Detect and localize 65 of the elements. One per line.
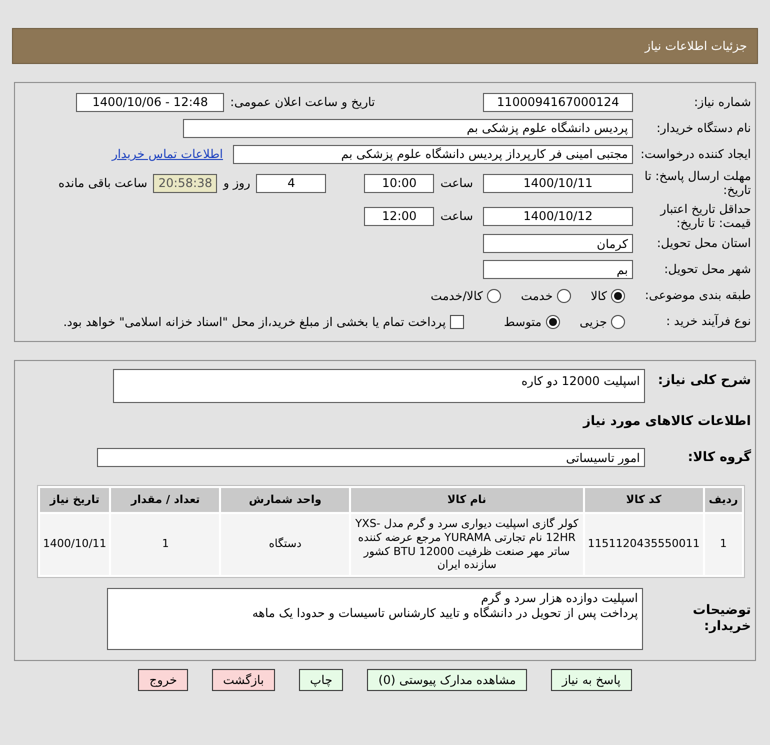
action-button[interactable]: خروج [138, 669, 188, 692]
action-button[interactable]: بازگشت [212, 669, 275, 692]
table-cell: دستگاه [221, 514, 349, 576]
field-label: شهر محل تحویل: [663, 262, 752, 277]
table-cell: کولر گازی اسپلیت دیواری سرد و گرم مدل YXS-12HR نام تجارتی YURAMA مرجع عرضه کننده ساتر مهر صنعت ظرفیت 12000 BTU کشور سازنده ایران [350, 514, 583, 576]
section-title: اطلاعات کالاهای مورد نیاز [582, 414, 752, 430]
radio-button[interactable] [611, 314, 625, 329]
column-header: تاریخ نیاز [40, 488, 110, 512]
radio-button[interactable] [486, 288, 501, 303]
field-label: روز و [223, 175, 250, 192]
radio-button[interactable] [611, 288, 625, 303]
table-cell: 1400/10/11 [40, 514, 110, 576]
field-label: ساعت [440, 208, 473, 226]
table-cell: 1 [704, 514, 742, 576]
column-header: نام کالا [350, 488, 583, 512]
field-label: استان محل تحویل: [656, 236, 752, 251]
field-label: شرح کلی نیاز: [656, 372, 752, 388]
value-field: 10:00 [364, 174, 434, 193]
column-header: کد کالا [584, 488, 703, 512]
table-cell: 1 [111, 514, 220, 576]
field-label: ساعت [440, 175, 473, 192]
column-header: واحد شمارش [221, 488, 349, 512]
payment-note: پرداخت تمام یا بخشی از مبلغ خرید،از محل "اسناد خزانه اسلامی" خواهد بود. [63, 314, 446, 331]
field-label: طبقه بندی موضوعی: [644, 288, 752, 303]
value-field: 1100094167000124 [483, 92, 633, 112]
field-label: شماره نیاز: [693, 94, 752, 110]
field-label: نوع فرآیند خرید : [665, 314, 752, 329]
value-field: مجتبی امینی فر کارپرداز پردیس دانشگاه علوم پزشکی بم [233, 144, 633, 164]
field-label: نام دستگاه خریدار: [656, 120, 752, 136]
table-cell: 1151120435550011 [584, 514, 703, 576]
option-label: جزیی [580, 314, 607, 331]
field-label: ساعت باقی مانده [58, 175, 148, 192]
value-field: 12:00 [364, 206, 434, 226]
notes-line: اسپلیت دوازده هزار سرد و گرم [480, 591, 638, 606]
page-title: جزئیات اطلاعات نیاز [644, 38, 747, 55]
field-label: توضیحات خریدار: [692, 603, 752, 635]
value-field: امور تاسیساتی [97, 448, 645, 468]
value-field: پردیس دانشگاه علوم پزشکی بم [183, 118, 633, 138]
countdown-field: 20:58:38 [153, 174, 218, 193]
field-label: گروه کالا: [686, 450, 752, 466]
value-field: 1400/10/11 [483, 174, 633, 193]
field-label: ایجاد کننده درخواست: [639, 146, 752, 162]
option-label: کالا [590, 288, 607, 305]
action-button[interactable]: مشاهده مدارک پیوستی (0) [367, 669, 527, 692]
option-label: کالا/خدمت [430, 288, 483, 305]
field-label: مهلت ارسال پاسخ: تا تاریخ: [643, 169, 752, 198]
field-label: حداقل تاریخ اعتبار قیمت: تا تاریخ: [658, 202, 752, 231]
value-field: 1400/10/12 [483, 206, 633, 226]
action-button[interactable]: چاپ [299, 669, 344, 692]
checkbox[interactable] [450, 314, 464, 329]
radio-button[interactable] [546, 314, 560, 329]
column-header: تعداد / مقدار [111, 488, 220, 512]
value-field: اسپلیت 12000 دو کاره [113, 368, 645, 403]
option-label: خدمت [520, 288, 553, 305]
action-button[interactable]: پاسخ به نیاز [550, 669, 632, 692]
option-label: متوسط [504, 314, 542, 331]
radio-button[interactable] [556, 288, 571, 303]
value-field: 4 [256, 174, 326, 193]
contact-link[interactable]: اطلاعات تماس خریدار [112, 145, 223, 163]
value-field: 1400/10/06 - 12:48 [76, 92, 224, 112]
value-field: کرمان [483, 234, 633, 254]
column-header: ردیف [704, 488, 742, 512]
value-field: بم [483, 260, 633, 280]
notes-line: پرداخت پس از تحویل در دانشگاه و تایید کارشناس تاسیسات و حدودا یک ماهه [251, 606, 638, 622]
field-label: تاریخ و ساعت اعلان عمومی: [230, 94, 375, 111]
